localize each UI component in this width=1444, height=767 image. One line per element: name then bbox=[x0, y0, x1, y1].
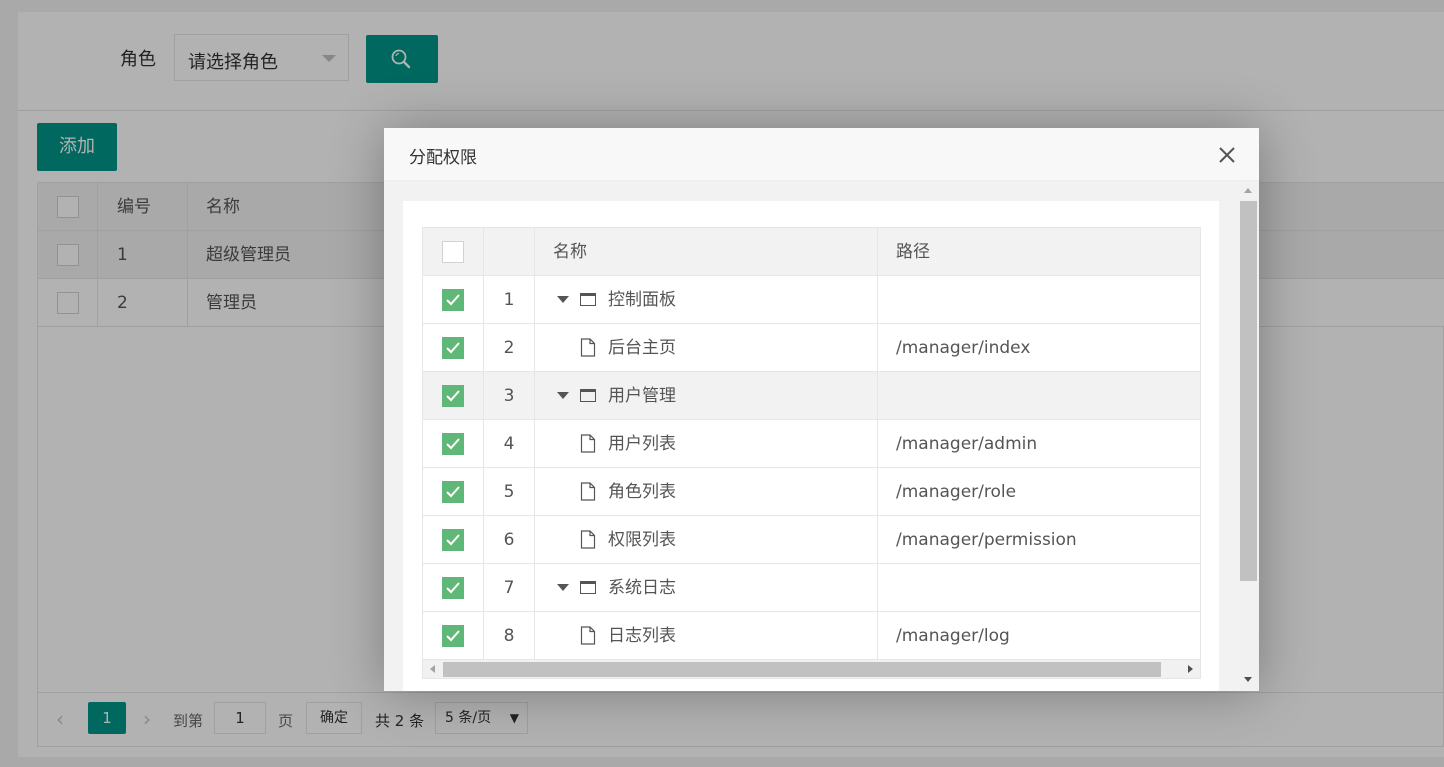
row-index: 6 bbox=[484, 516, 535, 564]
row-name-cell: 控制面板 bbox=[535, 276, 878, 324]
caret-down-icon[interactable] bbox=[557, 584, 569, 591]
folder-window-icon bbox=[580, 581, 596, 594]
row-index: 2 bbox=[484, 324, 535, 372]
table-row[interactable]: 4 用户列表 /manager/admin bbox=[423, 420, 1200, 468]
row-select-cell bbox=[423, 516, 484, 564]
row-name: 权限列表 bbox=[608, 530, 676, 550]
row-name-cell: 日志列表 bbox=[535, 612, 878, 660]
row-index: 1 bbox=[484, 276, 535, 324]
row-checkbox[interactable] bbox=[442, 337, 464, 359]
check-icon bbox=[446, 342, 460, 354]
row-path bbox=[878, 564, 1200, 612]
row-name: 用户列表 bbox=[608, 434, 676, 454]
scrollbar-thumb[interactable] bbox=[443, 662, 1161, 677]
row-path bbox=[878, 372, 1200, 420]
header-select-cell bbox=[423, 228, 484, 276]
row-path: /manager/index bbox=[896, 338, 1031, 358]
file-icon bbox=[580, 434, 596, 453]
scroll-left-icon[interactable] bbox=[430, 665, 435, 673]
scroll-down-icon[interactable] bbox=[1244, 677, 1252, 682]
dialog-body: 名称 路径 1 控制面板 2 后台主页 /manager/index 3 用户管… bbox=[384, 181, 1259, 691]
folder-window-icon bbox=[580, 293, 596, 306]
row-select-cell bbox=[423, 372, 484, 420]
horizontal-scrollbar[interactable] bbox=[423, 660, 1200, 678]
row-checkbox[interactable] bbox=[442, 577, 464, 599]
row-index: 8 bbox=[484, 612, 535, 660]
row-select-cell bbox=[423, 324, 484, 372]
row-checkbox[interactable] bbox=[442, 481, 464, 503]
table-row[interactable]: 8 日志列表 /manager/log bbox=[423, 612, 1200, 660]
close-icon[interactable] bbox=[1218, 146, 1236, 164]
table-row[interactable]: 1 控制面板 bbox=[423, 276, 1200, 324]
row-index: 4 bbox=[484, 420, 535, 468]
row-checkbox[interactable] bbox=[442, 625, 464, 647]
table-header-row: 名称 路径 bbox=[423, 228, 1200, 276]
row-path bbox=[878, 276, 1200, 324]
scroll-up-icon[interactable] bbox=[1244, 188, 1252, 193]
header-name: 名称 bbox=[553, 242, 587, 262]
row-select-cell bbox=[423, 420, 484, 468]
row-path: /manager/log bbox=[896, 626, 1010, 646]
dialog-header: 分配权限 bbox=[384, 128, 1259, 181]
table-row[interactable]: 7 系统日志 bbox=[423, 564, 1200, 612]
select-all-checkbox[interactable] bbox=[442, 241, 464, 263]
permission-tree-table: 名称 路径 1 控制面板 2 后台主页 /manager/index 3 用户管… bbox=[422, 227, 1201, 679]
header-index bbox=[484, 228, 535, 276]
row-name-cell: 系统日志 bbox=[535, 564, 878, 612]
row-name-cell: 权限列表 bbox=[535, 516, 878, 564]
file-icon bbox=[580, 530, 596, 549]
table-row[interactable]: 5 角色列表 /manager/role bbox=[423, 468, 1200, 516]
row-name: 用户管理 bbox=[608, 386, 676, 406]
row-checkbox[interactable] bbox=[442, 529, 464, 551]
row-name-cell: 用户管理 bbox=[535, 372, 878, 420]
check-icon bbox=[446, 630, 460, 642]
vertical-scrollbar[interactable] bbox=[1240, 181, 1259, 691]
folder-window-icon bbox=[580, 389, 596, 402]
row-select-cell bbox=[423, 276, 484, 324]
caret-down-icon[interactable] bbox=[557, 296, 569, 303]
header-name-cell: 名称 bbox=[535, 228, 878, 276]
header-path: 路径 bbox=[896, 242, 930, 262]
row-checkbox[interactable] bbox=[442, 289, 464, 311]
caret-down-icon[interactable] bbox=[557, 392, 569, 399]
row-select-cell bbox=[423, 612, 484, 660]
scrollbar-thumb[interactable] bbox=[1240, 201, 1257, 581]
row-name-cell: 角色列表 bbox=[535, 468, 878, 516]
file-icon bbox=[580, 338, 596, 357]
dialog-title: 分配权限 bbox=[409, 148, 477, 168]
row-index: 3 bbox=[484, 372, 535, 420]
check-icon bbox=[446, 582, 460, 594]
check-icon bbox=[446, 390, 460, 402]
row-name-cell: 后台主页 bbox=[535, 324, 878, 372]
check-icon bbox=[446, 438, 460, 450]
row-path: /manager/admin bbox=[896, 434, 1038, 454]
check-icon bbox=[446, 534, 460, 546]
row-name: 角色列表 bbox=[608, 482, 676, 502]
row-name-cell: 用户列表 bbox=[535, 420, 878, 468]
row-name: 系统日志 bbox=[608, 578, 676, 598]
scroll-right-icon[interactable] bbox=[1188, 665, 1193, 673]
table-row[interactable]: 2 后台主页 /manager/index bbox=[423, 324, 1200, 372]
row-name: 后台主页 bbox=[608, 338, 676, 358]
file-icon bbox=[580, 626, 596, 645]
row-checkbox[interactable] bbox=[442, 385, 464, 407]
row-select-cell bbox=[423, 468, 484, 516]
row-checkbox[interactable] bbox=[442, 433, 464, 455]
check-icon bbox=[446, 486, 460, 498]
file-icon bbox=[580, 482, 596, 501]
row-name: 控制面板 bbox=[608, 290, 676, 310]
check-icon bbox=[446, 294, 460, 306]
dialog-content: 名称 路径 1 控制面板 2 后台主页 /manager/index 3 用户管… bbox=[403, 201, 1219, 691]
row-path: /manager/permission bbox=[896, 530, 1077, 550]
assign-permission-dialog: 分配权限 名称 路径 1 控制面板 2 后台主页 /manager/index … bbox=[384, 128, 1259, 691]
row-index: 7 bbox=[484, 564, 535, 612]
row-name: 日志列表 bbox=[608, 626, 676, 646]
row-path: /manager/role bbox=[896, 482, 1017, 502]
table-row[interactable]: 6 权限列表 /manager/permission bbox=[423, 516, 1200, 564]
row-select-cell bbox=[423, 564, 484, 612]
table-row[interactable]: 3 用户管理 bbox=[423, 372, 1200, 420]
row-index: 5 bbox=[484, 468, 535, 516]
